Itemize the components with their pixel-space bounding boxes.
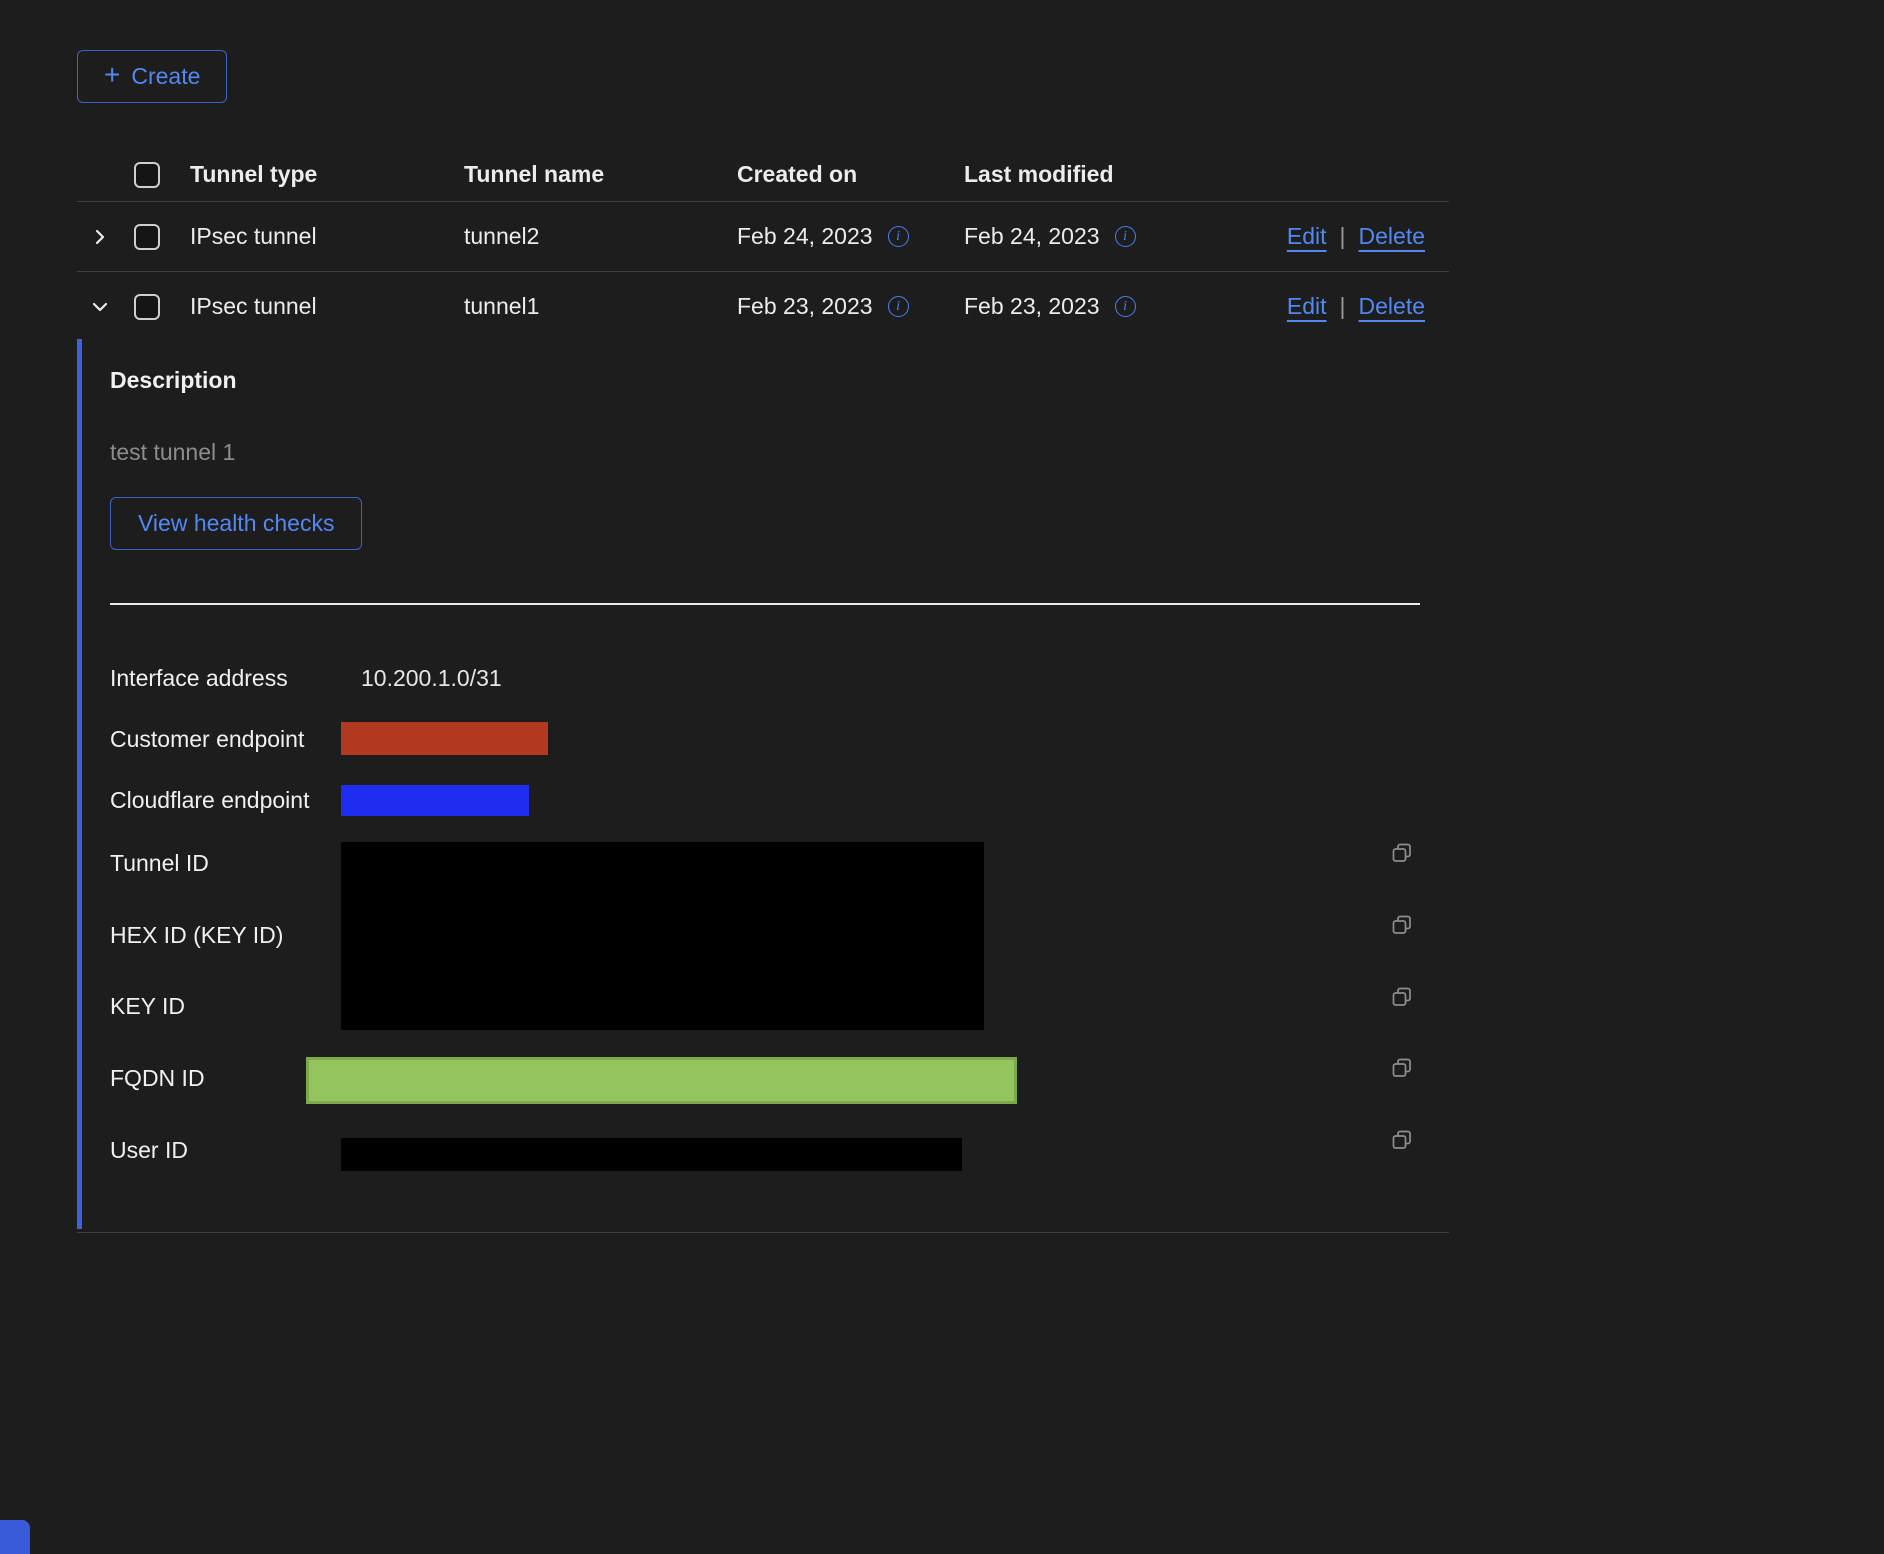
customer-endpoint-redacted-value (341, 722, 548, 755)
cloudflare-endpoint-redacted-value (341, 785, 529, 816)
tunnel-type-cell: IPsec tunnel (179, 293, 453, 320)
tunnel-detail-panel: Description test tunnel 1 View health ch… (77, 339, 1449, 1233)
info-icon[interactable]: i (888, 296, 909, 317)
field-label-hex-id: HEX ID (KEY ID) (110, 922, 283, 949)
field-label-cloudflare-endpoint: Cloudflare endpoint (110, 787, 309, 814)
row-actions: Edit | Delete (1269, 293, 1449, 320)
row-checkbox-cell (122, 224, 179, 250)
description-value: test tunnel 1 (110, 439, 235, 466)
last-modified-value: Feb 23, 2023 (964, 293, 1100, 320)
created-on-cell: Feb 23, 2023 i (726, 293, 953, 320)
description-label: Description (110, 367, 237, 394)
copy-tunnel-id-icon[interactable] (1390, 841, 1414, 865)
header-checkbox-cell (122, 162, 179, 188)
delete-link[interactable]: Delete (1359, 223, 1425, 250)
last-modified-cell: Feb 24, 2023 i (953, 223, 1269, 250)
info-icon[interactable]: i (888, 226, 909, 247)
created-on-value: Feb 23, 2023 (737, 293, 873, 320)
bottom-left-widget[interactable] (0, 1520, 30, 1554)
tunnels-table: Tunnel type Tunnel name Created on Last … (77, 148, 1449, 341)
plus-icon: + (104, 61, 120, 89)
column-header-created-on: Created on (726, 161, 953, 188)
info-icon[interactable]: i (1115, 296, 1136, 317)
column-header-last-modified: Last modified (953, 161, 1269, 188)
info-icon[interactable]: i (1115, 226, 1136, 247)
chevron-right-icon[interactable] (90, 227, 110, 247)
fqdn-id-redacted-value (306, 1057, 1017, 1104)
action-separator: | (1340, 223, 1346, 250)
expander-cell (77, 297, 122, 317)
tunnel-name-cell: tunnel1 (453, 293, 726, 320)
ipsec-tunnels-page: + Create Tunnel type Tunnel name Created… (0, 0, 1884, 1554)
last-modified-cell: Feb 23, 2023 i (953, 293, 1269, 320)
tunnel-id-redacted-value (341, 842, 984, 1030)
table-header-row: Tunnel type Tunnel name Created on Last … (77, 148, 1449, 202)
tunnel-type-cell: IPsec tunnel (179, 223, 453, 250)
field-label-tunnel-id: Tunnel ID (110, 850, 209, 877)
row-checkbox-cell (122, 294, 179, 320)
column-header-tunnel-name: Tunnel name (453, 161, 726, 188)
select-all-checkbox[interactable] (134, 162, 160, 188)
copy-fqdn-id-icon[interactable] (1390, 1056, 1414, 1080)
field-label-customer-endpoint: Customer endpoint (110, 726, 304, 753)
field-label-interface-address: Interface address (110, 665, 288, 692)
create-button-label: Create (131, 63, 200, 90)
row-checkbox[interactable] (134, 294, 160, 320)
edit-link[interactable]: Edit (1287, 293, 1327, 320)
created-on-cell: Feb 24, 2023 i (726, 223, 953, 250)
copy-hex-id-icon[interactable] (1390, 913, 1414, 937)
delete-link[interactable]: Delete (1359, 293, 1425, 320)
tunnel-name-cell: tunnel2 (453, 223, 726, 250)
last-modified-value: Feb 24, 2023 (964, 223, 1100, 250)
expander-cell (77, 227, 122, 247)
user-id-redacted-value (341, 1138, 962, 1171)
column-header-tunnel-type: Tunnel type (179, 161, 453, 188)
field-label-user-id: User ID (110, 1137, 188, 1164)
table-row: IPsec tunnel tunnel1 Feb 23, 2023 i Feb … (77, 272, 1449, 341)
created-on-value: Feb 24, 2023 (737, 223, 873, 250)
chevron-down-icon[interactable] (90, 297, 110, 317)
copy-user-id-icon[interactable] (1390, 1128, 1414, 1152)
create-button[interactable]: + Create (77, 50, 227, 103)
expanded-row-accent-bar (77, 339, 82, 1229)
row-actions: Edit | Delete (1269, 223, 1449, 250)
field-label-key-id: KEY ID (110, 993, 185, 1020)
section-divider (110, 603, 1420, 605)
action-separator: | (1340, 293, 1346, 320)
table-row: IPsec tunnel tunnel2 Feb 24, 2023 i Feb … (77, 202, 1449, 272)
row-checkbox[interactable] (134, 224, 160, 250)
view-health-checks-button[interactable]: View health checks (110, 497, 362, 550)
edit-link[interactable]: Edit (1287, 223, 1327, 250)
field-value-interface-address: 10.200.1.0/31 (361, 665, 502, 692)
copy-key-id-icon[interactable] (1390, 985, 1414, 1009)
field-label-fqdn-id: FQDN ID (110, 1065, 205, 1092)
